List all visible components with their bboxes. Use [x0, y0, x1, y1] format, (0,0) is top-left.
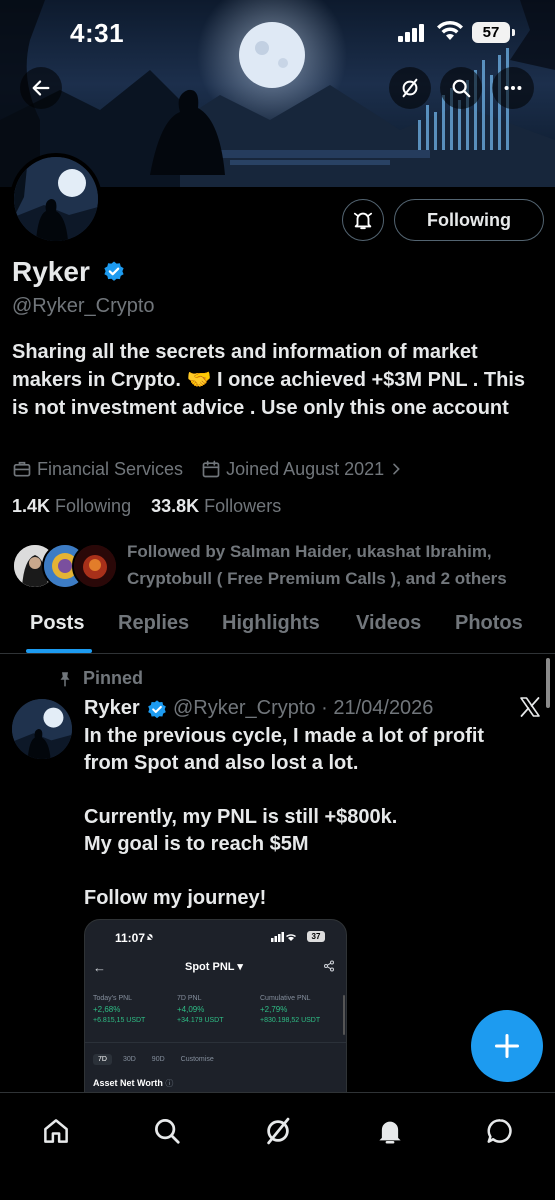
media-divider [85, 1042, 346, 1043]
media-back-arrow-icon: ← [93, 960, 106, 975]
following-link[interactable]: 1.4K Following [12, 496, 131, 516]
post-author-avatar[interactable] [12, 699, 72, 759]
tab-highlights[interactable]: Highlights [222, 612, 320, 635]
status-bar: 4:31 57 [0, 0, 555, 64]
nav-home[interactable] [36, 1111, 76, 1151]
notification-settings-button[interactable] [342, 199, 384, 241]
back-arrow-icon [32, 80, 50, 96]
search-icon [452, 79, 471, 98]
pin-icon [60, 672, 70, 687]
media-status-time: 11:07 [115, 931, 146, 945]
nav-grok[interactable] [258, 1111, 298, 1151]
tab-photos[interactable]: Photos [455, 612, 523, 635]
media-signal-icon [271, 932, 296, 942]
media-pnl-column: 7D PNL +4,09% +34.179 USDT [177, 995, 224, 1024]
display-name: Ryker [12, 256, 90, 287]
grok-icon [402, 78, 418, 98]
media-range-selector: 7D 30D 90D Customise [93, 1054, 219, 1065]
post-author-name[interactable]: Ryker [84, 697, 140, 720]
followed-by-avatars[interactable] [12, 543, 118, 589]
cellular-signal-icon [398, 24, 424, 42]
follow-counts: 1.4K Following 33.8K Followers [12, 496, 281, 517]
briefcase-icon [13, 461, 31, 477]
following-button[interactable]: Following [394, 199, 544, 241]
followed-by-text[interactable]: Followed by Salman Haider, ukashat Ibrah… [127, 538, 547, 592]
profile-bio: Sharing all the secrets and information … [12, 341, 526, 419]
home-icon [44, 1119, 68, 1143]
post-media-image[interactable]: 11:07 37 ← Spot PNL ▾ Today's PNL +2,68%… [84, 919, 347, 1099]
more-icon [504, 85, 522, 91]
chevron-right-icon[interactable] [388, 461, 404, 477]
followers-link[interactable]: 33.8K Followers [151, 496, 281, 516]
notifications-icon [379, 1121, 401, 1144]
compose-post-button[interactable] [471, 1010, 543, 1082]
profile-meta: Financial Services Joined August 2021 [12, 457, 409, 481]
profile-category: Financial Services [37, 458, 184, 479]
calendar-icon [202, 460, 220, 478]
more-options-button[interactable] [492, 67, 534, 109]
post-handle-date[interactable]: @Ryker_Crypto · 21/04/2026 [173, 697, 433, 720]
mute-bell-icon [145, 932, 155, 942]
bottom-navigation [0, 1092, 555, 1200]
media-pnl-column: Cumulative PNL +2,79% +830.198,52 USDT [260, 995, 321, 1024]
nav-search[interactable] [147, 1111, 187, 1151]
search-button[interactable] [440, 67, 482, 109]
status-time: 4:31 [70, 18, 125, 48]
media-net-worth-label: Asset Net Worth ⓘ [93, 1078, 174, 1088]
search-icon [155, 1119, 180, 1144]
nav-messages[interactable] [480, 1111, 520, 1151]
battery-icon: 57 [472, 22, 515, 43]
scrollbar[interactable] [546, 658, 550, 708]
media-title: Spot PNL ▾ [185, 961, 243, 973]
media-battery-icon: 37 [307, 931, 325, 942]
nav-notifications[interactable] [370, 1111, 410, 1151]
tab-replies[interactable]: Replies [118, 612, 189, 635]
profile-avatar[interactable] [10, 153, 102, 245]
avatar-image [14, 157, 98, 241]
profile-handle: @Ryker_Crypto [12, 295, 155, 317]
media-scrollbar [343, 995, 345, 1035]
joined-date[interactable]: Joined August 2021 [226, 459, 384, 480]
profile-tabs: Posts Replies Highlights Videos Photos [0, 602, 555, 654]
active-tab-indicator [26, 649, 92, 653]
media-pnl-column: Today's PNL +2,68% +6.815,15 USDT [93, 995, 146, 1024]
avatar [72, 543, 118, 589]
notification-bell-icon [353, 212, 373, 230]
tab-videos[interactable]: Videos [356, 612, 421, 635]
tab-posts[interactable]: Posts [30, 612, 84, 635]
grok-icon [267, 1117, 290, 1145]
x-logo-icon[interactable] [518, 695, 542, 719]
verified-badge-icon [104, 261, 124, 281]
verified-badge-icon [148, 700, 166, 719]
grok-button[interactable] [389, 67, 431, 109]
wifi-icon [437, 20, 463, 40]
plus-icon [494, 1033, 520, 1059]
media-share-icon [324, 960, 334, 972]
back-button[interactable] [20, 67, 62, 109]
pinned-label: Pinned [83, 668, 144, 688]
post-text: In the previous cycle, I made a lot of p… [84, 725, 485, 909]
messages-icon [487, 1119, 512, 1143]
